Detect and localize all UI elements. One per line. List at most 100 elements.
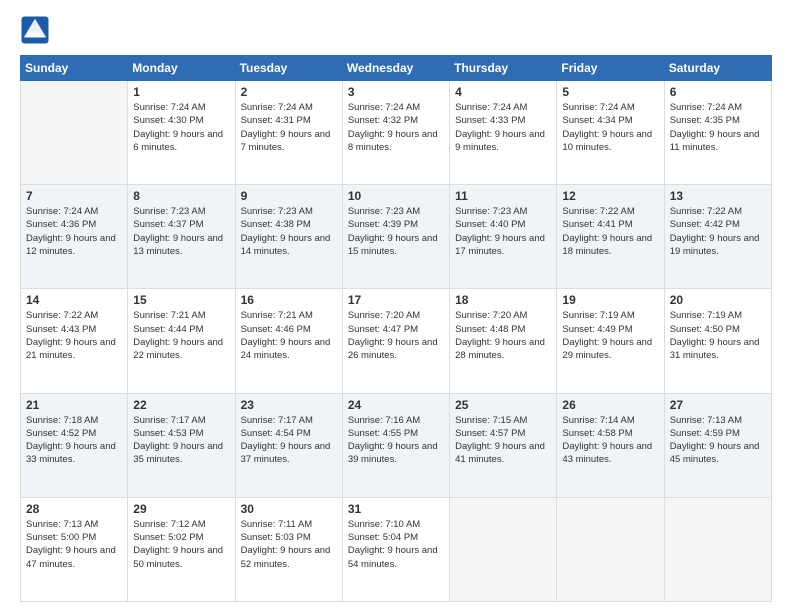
day-info: Sunrise: 7:20 AMSunset: 4:48 PMDaylight:…	[455, 309, 551, 362]
day-number: 9	[241, 189, 337, 203]
calendar-cell: 26 Sunrise: 7:14 AMSunset: 4:58 PMDayligh…	[557, 393, 664, 497]
header	[20, 15, 772, 45]
day-info: Sunrise: 7:21 AMSunset: 4:46 PMDaylight:…	[241, 309, 337, 362]
day-number: 20	[670, 293, 766, 307]
calendar-week-5: 28 Sunrise: 7:13 AMSunset: 5:00 PMDayligh…	[21, 497, 772, 601]
day-header-monday: Monday	[128, 56, 235, 81]
day-number: 6	[670, 85, 766, 99]
day-number: 10	[348, 189, 444, 203]
calendar-cell: 25 Sunrise: 7:15 AMSunset: 4:57 PMDayligh…	[450, 393, 557, 497]
calendar-cell: 20 Sunrise: 7:19 AMSunset: 4:50 PMDayligh…	[664, 289, 771, 393]
calendar-cell: 3 Sunrise: 7:24 AMSunset: 4:32 PMDaylight…	[342, 81, 449, 185]
day-number: 22	[133, 398, 229, 412]
calendar-cell: 7 Sunrise: 7:24 AMSunset: 4:36 PMDaylight…	[21, 185, 128, 289]
day-info: Sunrise: 7:24 AMSunset: 4:33 PMDaylight:…	[455, 101, 551, 154]
calendar-cell: 4Sunrise: 7:24 AMSunset: 4:33 PMDaylight…	[450, 81, 557, 185]
calendar-cell: 8Sunrise: 7:23 AMSunset: 4:37 PMDaylight…	[128, 185, 235, 289]
day-number: 15	[133, 293, 229, 307]
day-info: Sunrise: 7:24 AMSunset: 4:35 PMDaylight:…	[670, 101, 766, 154]
calendar-cell: 19 Sunrise: 7:19 AMSunset: 4:49 PMDayligh…	[557, 289, 664, 393]
calendar-cell: 6 Sunrise: 7:24 AMSunset: 4:35 PMDaylight…	[664, 81, 771, 185]
day-header-tuesday: Tuesday	[235, 56, 342, 81]
calendar-cell: 17 Sunrise: 7:20 AMSunset: 4:47 PMDayligh…	[342, 289, 449, 393]
day-number: 18	[455, 293, 551, 307]
day-info: Sunrise: 7:22 AMSunset: 4:41 PMDaylight:…	[562, 205, 658, 258]
day-number: 5	[562, 85, 658, 99]
calendar-cell: 12Sunrise: 7:22 AMSunset: 4:41 PMDayligh…	[557, 185, 664, 289]
calendar-cell: 10 Sunrise: 7:23 AMSunset: 4:39 PMDayligh…	[342, 185, 449, 289]
day-info: Sunrise: 7:19 AMSunset: 4:50 PMDaylight:…	[670, 309, 766, 362]
calendar-cell: 27Sunrise: 7:13 AMSunset: 4:59 PMDayligh…	[664, 393, 771, 497]
day-number: 29	[133, 502, 229, 516]
day-info: Sunrise: 7:13 AMSunset: 5:00 PMDaylight:…	[26, 518, 122, 571]
day-info: Sunrise: 7:24 AMSunset: 4:32 PMDaylight:…	[348, 101, 444, 154]
day-header-friday: Friday	[557, 56, 664, 81]
day-number: 26	[562, 398, 658, 412]
day-header-saturday: Saturday	[664, 56, 771, 81]
day-number: 11	[455, 189, 551, 203]
day-info: Sunrise: 7:18 AMSunset: 4:52 PMDaylight:…	[26, 414, 122, 467]
day-number: 28	[26, 502, 122, 516]
calendar-cell: 22 Sunrise: 7:17 AMSunset: 4:53 PMDayligh…	[128, 393, 235, 497]
day-number: 8	[133, 189, 229, 203]
calendar-cell: 18 Sunrise: 7:20 AMSunset: 4:48 PMDayligh…	[450, 289, 557, 393]
day-number: 7	[26, 189, 122, 203]
day-info: Sunrise: 7:19 AMSunset: 4:49 PMDaylight:…	[562, 309, 658, 362]
calendar-cell: 31 Sunrise: 7:10 AMSunset: 5:04 PMDayligh…	[342, 497, 449, 601]
day-info: Sunrise: 7:17 AMSunset: 4:53 PMDaylight:…	[133, 414, 229, 467]
calendar-cell: 24Sunrise: 7:16 AMSunset: 4:55 PMDayligh…	[342, 393, 449, 497]
day-number: 23	[241, 398, 337, 412]
day-number: 17	[348, 293, 444, 307]
calendar-cell	[450, 497, 557, 601]
day-info: Sunrise: 7:24 AMSunset: 4:36 PMDaylight:…	[26, 205, 122, 258]
day-number: 21	[26, 398, 122, 412]
calendar-cell: 16 Sunrise: 7:21 AMSunset: 4:46 PMDayligh…	[235, 289, 342, 393]
day-number: 19	[562, 293, 658, 307]
day-info: Sunrise: 7:23 AMSunset: 4:40 PMDaylight:…	[455, 205, 551, 258]
day-number: 14	[26, 293, 122, 307]
day-info: Sunrise: 7:15 AMSunset: 4:57 PMDaylight:…	[455, 414, 551, 467]
day-info: Sunrise: 7:23 AMSunset: 4:39 PMDaylight:…	[348, 205, 444, 258]
day-number: 16	[241, 293, 337, 307]
day-info: Sunrise: 7:24 AMSunset: 4:30 PMDaylight:…	[133, 101, 229, 154]
day-info: Sunrise: 7:22 AMSunset: 4:43 PMDaylight:…	[26, 309, 122, 362]
calendar-week-1: 1 Sunrise: 7:24 AMSunset: 4:30 PMDaylight…	[21, 81, 772, 185]
general-blue-logo-icon	[20, 15, 50, 45]
day-info: Sunrise: 7:11 AMSunset: 5:03 PMDaylight:…	[241, 518, 337, 571]
day-info: Sunrise: 7:24 AMSunset: 4:31 PMDaylight:…	[241, 101, 337, 154]
day-info: Sunrise: 7:17 AMSunset: 4:54 PMDaylight:…	[241, 414, 337, 467]
calendar-cell: 1 Sunrise: 7:24 AMSunset: 4:30 PMDaylight…	[128, 81, 235, 185]
day-header-thursday: Thursday	[450, 56, 557, 81]
calendar-week-2: 7 Sunrise: 7:24 AMSunset: 4:36 PMDaylight…	[21, 185, 772, 289]
calendar-cell: 2 Sunrise: 7:24 AMSunset: 4:31 PMDaylight…	[235, 81, 342, 185]
day-number: 27	[670, 398, 766, 412]
calendar-cell: 28 Sunrise: 7:13 AMSunset: 5:00 PMDayligh…	[21, 497, 128, 601]
day-info: Sunrise: 7:10 AMSunset: 5:04 PMDaylight:…	[348, 518, 444, 571]
calendar-cell: 5 Sunrise: 7:24 AMSunset: 4:34 PMDaylight…	[557, 81, 664, 185]
day-header-sunday: Sunday	[21, 56, 128, 81]
calendar-table: SundayMondayTuesdayWednesdayThursdayFrid…	[20, 55, 772, 602]
day-info: Sunrise: 7:14 AMSunset: 4:58 PMDaylight:…	[562, 414, 658, 467]
page: SundayMondayTuesdayWednesdayThursdayFrid…	[0, 0, 792, 612]
calendar-cell	[557, 497, 664, 601]
calendar-header-row: SundayMondayTuesdayWednesdayThursdayFrid…	[21, 56, 772, 81]
day-info: Sunrise: 7:24 AMSunset: 4:34 PMDaylight:…	[562, 101, 658, 154]
calendar-cell: 11 Sunrise: 7:23 AMSunset: 4:40 PMDayligh…	[450, 185, 557, 289]
day-number: 3	[348, 85, 444, 99]
calendar-cell: 15Sunrise: 7:21 AMSunset: 4:44 PMDayligh…	[128, 289, 235, 393]
day-number: 30	[241, 502, 337, 516]
calendar-week-3: 14 Sunrise: 7:22 AMSunset: 4:43 PMDayligh…	[21, 289, 772, 393]
day-number: 1	[133, 85, 229, 99]
calendar-week-4: 21 Sunrise: 7:18 AMSunset: 4:52 PMDayligh…	[21, 393, 772, 497]
day-number: 2	[241, 85, 337, 99]
calendar-cell	[21, 81, 128, 185]
day-info: Sunrise: 7:16 AMSunset: 4:55 PMDaylight:…	[348, 414, 444, 467]
day-number: 25	[455, 398, 551, 412]
day-number: 31	[348, 502, 444, 516]
day-info: Sunrise: 7:20 AMSunset: 4:47 PMDaylight:…	[348, 309, 444, 362]
calendar-cell: 21 Sunrise: 7:18 AMSunset: 4:52 PMDayligh…	[21, 393, 128, 497]
day-info: Sunrise: 7:23 AMSunset: 4:38 PMDaylight:…	[241, 205, 337, 258]
day-header-wednesday: Wednesday	[342, 56, 449, 81]
calendar-cell: 14 Sunrise: 7:22 AMSunset: 4:43 PMDayligh…	[21, 289, 128, 393]
day-number: 13	[670, 189, 766, 203]
